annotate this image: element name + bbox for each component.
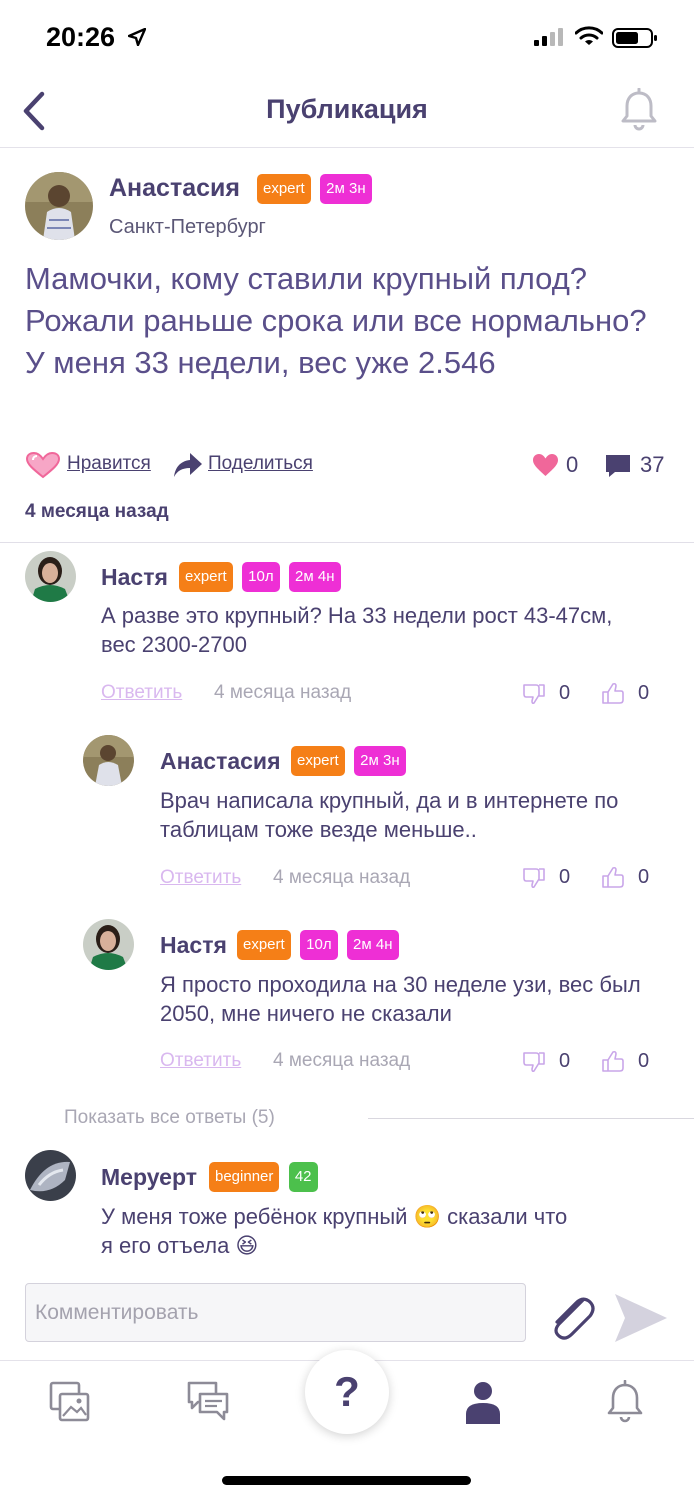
like-count: 0 (638, 682, 650, 704)
post-timestamp: 4 месяца назад (25, 501, 169, 522)
child-age-badge: 2м 3н (320, 174, 372, 204)
wifi-icon (575, 26, 603, 45)
expert-badge: expert (179, 562, 233, 592)
attach-paperclip-icon[interactable] (545, 1290, 597, 1346)
comment-author-badges: expert 2м 3н (291, 746, 406, 776)
commenter-avatar[interactable] (83, 919, 134, 970)
comment-author-name[interactable]: Анастасия (160, 748, 281, 775)
thumbs-down-icon[interactable] (522, 866, 546, 890)
comment-author-name[interactable]: Настя (160, 932, 227, 959)
dislike-count: 0 (559, 682, 571, 704)
post-author-city: Санкт-Петербург (109, 216, 266, 238)
reply-link[interactable]: Ответить (101, 682, 182, 704)
expert-badge: expert (291, 746, 345, 776)
post-author-name[interactable]: Анастасия (109, 174, 240, 203)
chat-icon[interactable] (186, 1380, 230, 1424)
notifications-bell-icon[interactable] (620, 88, 658, 132)
comment-author-badges: expert 10л 2м 4н (237, 930, 399, 960)
like-link[interactable]: Нравится (67, 453, 151, 475)
share-arrow-icon[interactable] (173, 451, 203, 479)
comment-bubble-icon (606, 455, 630, 477)
heart-outline-icon[interactable] (25, 451, 61, 479)
likes-count: 0 (566, 452, 579, 477)
share-link[interactable]: Поделиться (208, 453, 313, 475)
comment-text-line: я его отъела 😆 (101, 1233, 259, 1258)
home-indicator (222, 1476, 471, 1485)
comment-author-badges: expert 10л 2м 4н (179, 562, 341, 592)
status-time: 20:26 (46, 22, 116, 52)
child-age-badge: 10л (242, 562, 280, 592)
reply-link[interactable]: Ответить (160, 1050, 241, 1072)
comment-input[interactable] (25, 1283, 526, 1342)
thumbs-up-icon[interactable] (601, 1050, 625, 1074)
commenter-avatar[interactable] (83, 735, 134, 786)
comment-author-name[interactable]: Меруерт (101, 1164, 197, 1191)
post-author-avatar[interactable] (25, 172, 93, 240)
child-age-badge: 10л (300, 930, 338, 960)
thumbs-down-icon[interactable] (522, 1050, 546, 1074)
bell-icon[interactable] (603, 1380, 647, 1424)
dislike-count: 0 (559, 866, 571, 888)
show-all-replies-link[interactable]: Показать все ответы (5) (64, 1107, 275, 1129)
beginner-badge: beginner (209, 1162, 280, 1192)
comment-author-name[interactable]: Настя (101, 564, 168, 591)
comment-text: А разве это крупный? На 33 недели рост 4… (101, 603, 613, 657)
score-badge: 42 (288, 1162, 318, 1192)
gallery-icon[interactable] (48, 1380, 92, 1424)
profile-icon[interactable] (461, 1380, 505, 1424)
comments-count: 37 (640, 452, 665, 477)
post-author-badges: expert 2м 3н (257, 174, 372, 204)
like-count: 0 (638, 1050, 650, 1072)
child-age-badge: 2м 4н (347, 930, 399, 960)
comment-text: У меня тоже ребёнок крупный 🙄 сказали чт… (101, 1202, 671, 1266)
expert-badge: expert (257, 174, 311, 204)
child-age-badge: 2м 4н (289, 562, 341, 592)
thumbs-up-icon[interactable] (601, 866, 625, 890)
post-text: Мамочки, кому ставили крупный плод? Рожа… (25, 261, 647, 380)
send-icon[interactable] (613, 1292, 669, 1344)
battery-icon (612, 28, 657, 48)
child-age-badge: 2м 3н (354, 746, 406, 776)
cellular-signal-icon (534, 28, 563, 46)
comment-timestamp: 4 месяца назад (273, 1050, 411, 1071)
dislike-count: 0 (559, 1050, 571, 1072)
comment-author-badges: beginner 42 (209, 1162, 318, 1192)
divider (368, 1118, 694, 1119)
expert-badge: expert (237, 930, 291, 960)
comment-timestamp: 4 месяца назад (273, 867, 411, 888)
commenter-avatar[interactable] (25, 1150, 76, 1201)
commenter-avatar[interactable] (25, 551, 76, 602)
comment-text-line: У меня тоже ребёнок крупный 🙄 сказали чт… (101, 1204, 568, 1229)
comment-text: Я просто проходила на 30 неделе узи, вес… (160, 972, 641, 1026)
divider (0, 542, 694, 543)
comment-timestamp: 4 месяца назад (214, 682, 352, 703)
heart-filled-icon (533, 454, 558, 476)
like-count: 0 (638, 866, 650, 888)
thumbs-up-icon[interactable] (601, 682, 625, 706)
comment-text: Врач написала крупный, да и в интернете … (160, 788, 619, 842)
page-title: Публикация (266, 94, 428, 124)
thumbs-down-icon[interactable] (522, 682, 546, 706)
ask-question-button[interactable]: ? (305, 1350, 389, 1434)
reply-link[interactable]: Ответить (160, 867, 241, 889)
location-arrow-icon (128, 28, 146, 46)
